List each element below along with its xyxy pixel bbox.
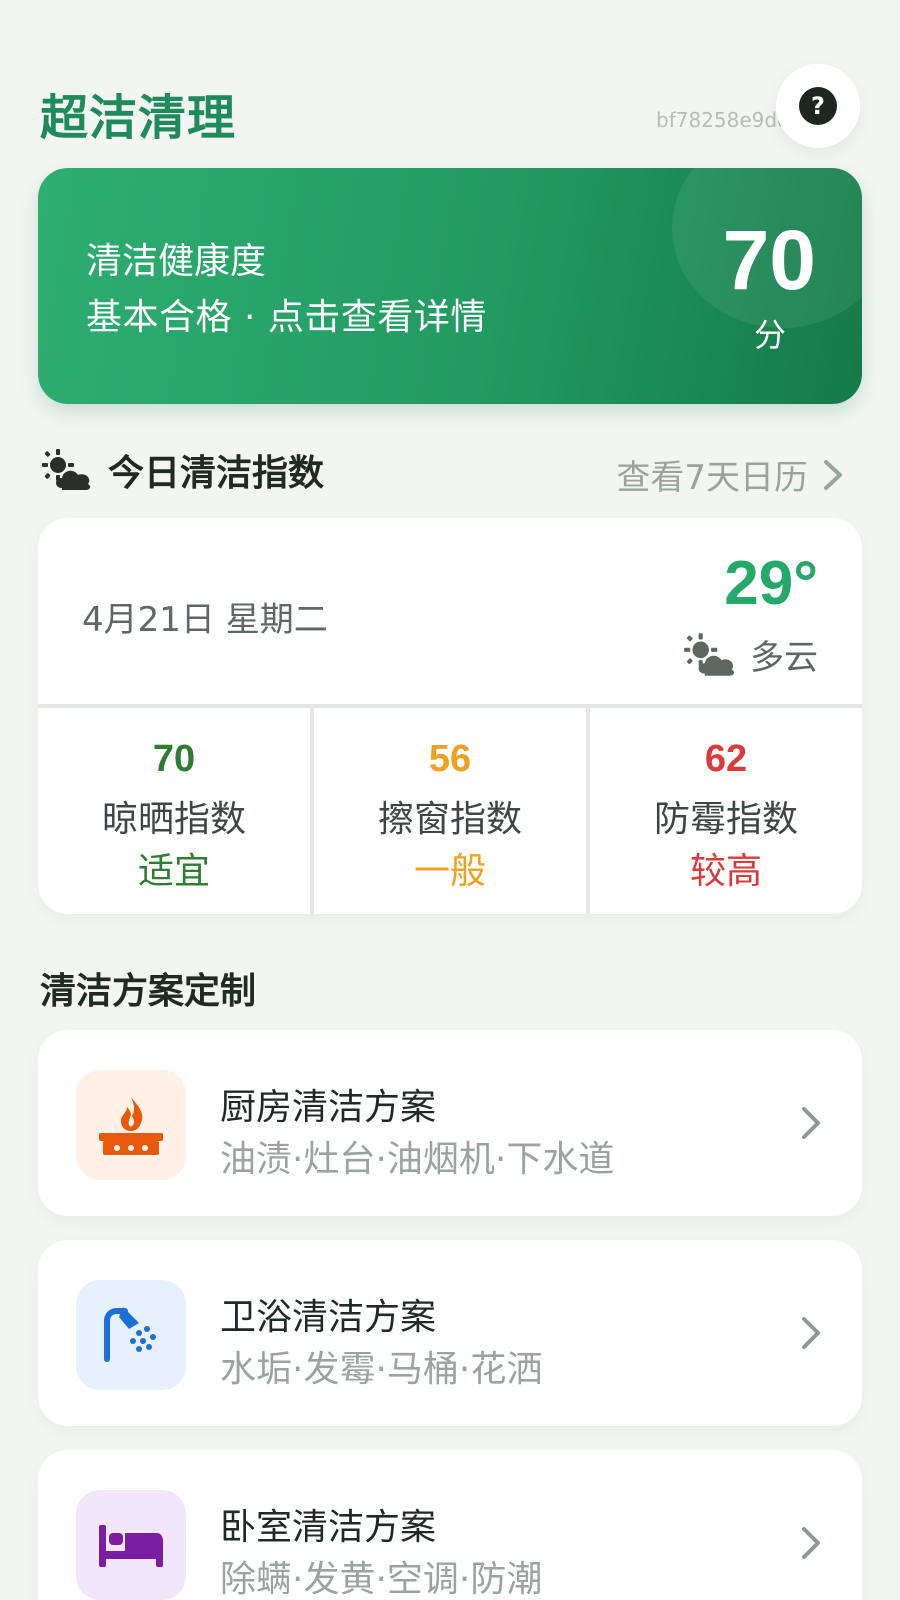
plan-name: 卧室清洁方案	[220, 1507, 437, 1548]
plan-card-bedroom[interactable]: 卧室清洁方案 除螨·发黄·空调·防潮	[38, 1450, 862, 1600]
index-level: 适宜	[137, 851, 210, 892]
chevron-right-icon	[802, 1527, 820, 1559]
bed-icon	[99, 1525, 163, 1567]
weather-row: 多云	[682, 630, 818, 679]
health-score: 70	[722, 213, 816, 307]
index-label: 晾晒指数	[101, 799, 246, 840]
health-subtitle: 基本合格 · 点击查看详情	[86, 297, 487, 338]
temperature: 29°	[724, 549, 818, 618]
index-cell-drying[interactable]: 70 晾晒指数 适宜	[38, 708, 310, 914]
stove-fire-icon	[99, 1097, 163, 1155]
help-button[interactable]: ?	[776, 64, 860, 148]
app-title: 超洁清理	[40, 90, 237, 146]
index-value: 62	[704, 738, 748, 780]
plan-tags: 除螨·发黄·空调·防潮	[220, 1559, 543, 1600]
index-value: 56	[428, 738, 472, 780]
health-title: 清洁健康度	[86, 241, 267, 282]
index-cells: 70 晾晒指数 适宜 56 擦窗指数 一般 62 防霉指数 较高	[38, 708, 862, 914]
plan-icon-box	[76, 1490, 186, 1600]
plan-icon-box	[76, 1280, 186, 1390]
weather-condition: 多云	[750, 638, 818, 678]
index-value: 70	[152, 738, 196, 780]
partly-cloudy-icon	[42, 449, 91, 490]
index-label: 防霉指数	[653, 799, 798, 840]
shower-icon	[104, 1307, 156, 1362]
plan-name: 厨房清洁方案	[220, 1087, 437, 1128]
chevron-right-icon	[802, 1317, 820, 1349]
question-circle-icon: ?	[799, 87, 837, 125]
health-score-unit: 分	[753, 316, 786, 354]
plan-card-bathroom[interactable]: 卫浴清洁方案 水垢·发霉·马桶·花洒	[38, 1240, 862, 1426]
date-label: 4月21日 星期二	[82, 600, 328, 640]
chevron-right-icon	[802, 1107, 820, 1139]
view-7day-calendar-link[interactable]: 查看7天日历	[616, 450, 844, 499]
today-index-title: 今日清洁指数	[108, 453, 325, 494]
today-index-header: 今日清洁指数	[40, 444, 324, 496]
plan-icon-box	[76, 1070, 186, 1180]
plan-tags: 水垢·发霉·马桶·花洒	[220, 1349, 543, 1390]
index-cell-mold[interactable]: 62 防霉指数 较高	[586, 708, 862, 914]
plans-section-title: 清洁方案定制	[40, 971, 257, 1012]
index-label: 擦窗指数	[377, 799, 522, 840]
chevron-right-icon	[824, 459, 842, 490]
index-level: 较高	[689, 851, 762, 892]
plan-name: 卫浴清洁方案	[220, 1297, 437, 1338]
cleaning-index-card: 4月21日 星期二 29° 多云 70 晾晒指数 适宜 56 擦窗指数 一般 6…	[38, 518, 862, 914]
plan-tags: 油渍·灶台·油烟机·下水道	[220, 1139, 615, 1180]
partly-cloudy-icon	[684, 632, 735, 676]
plan-card-kitchen[interactable]: 厨房清洁方案 油渍·灶台·油烟机·下水道	[38, 1030, 862, 1216]
index-level: 一般	[413, 851, 486, 892]
index-cell-window[interactable]: 56 擦窗指数 一般	[310, 708, 586, 914]
view-7day-calendar-label: 查看7天日历	[616, 458, 808, 498]
clean-health-card[interactable]: 清洁健康度 基本合格 · 点击查看详情 70 分	[38, 168, 862, 404]
